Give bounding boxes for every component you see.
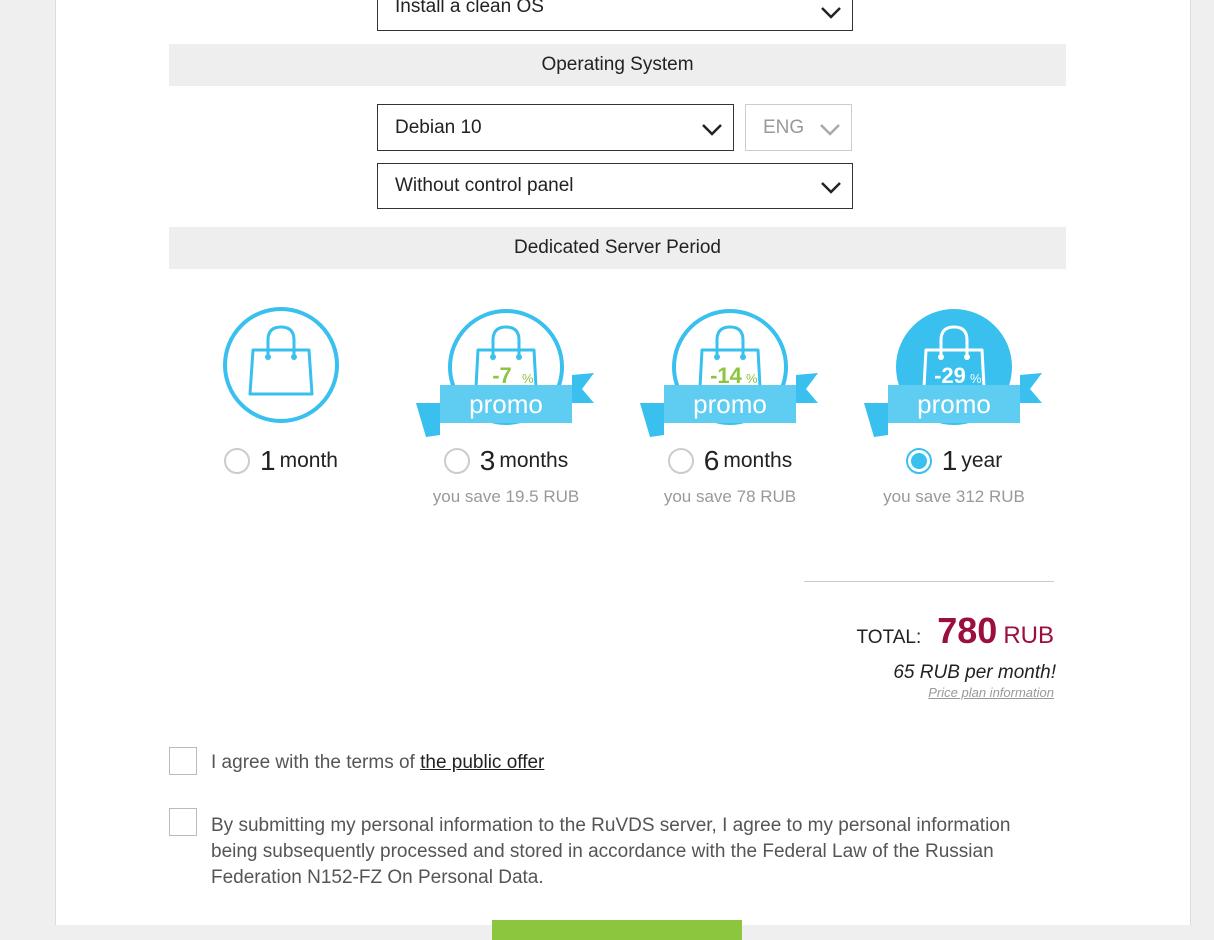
savings-label: you save 19.5 RUB: [432, 487, 580, 506]
language-select-value: ENG: [763, 117, 805, 138]
chevron-down-icon: [821, 7, 841, 19]
discount-label: -7: [492, 363, 512, 388]
period-option-1-year[interactable]: -29 % promo 1 year you save 312 RUB: [854, 305, 1054, 506]
total-divider: [804, 581, 1054, 582]
promo-bag-icon: -29 % promo: [864, 309, 1042, 437]
promo-label: promo: [469, 389, 543, 419]
period-radio[interactable]: [224, 448, 251, 474]
os-select-value: Debian 10: [395, 117, 482, 138]
chevron-down-icon: [820, 124, 840, 136]
public-offer-checkbox[interactable]: [169, 747, 197, 775]
control-panel-select[interactable]: Without control panel: [377, 163, 853, 209]
period-unit: month: [279, 449, 338, 472]
percent-sign: %: [522, 371, 534, 386]
chevron-down-icon: [702, 124, 722, 136]
period-number: 1: [260, 445, 276, 476]
period-number: 6: [703, 445, 720, 476]
per-month-text: 65 RUB per month!: [893, 662, 1056, 683]
promo-bag-icon: -14 % promo: [640, 309, 818, 437]
total-amount: 780: [937, 610, 998, 651]
shopping-bag-icon: [223, 307, 339, 423]
os-section-title: Operating System: [541, 54, 694, 75]
period-section-title: Dedicated Server Period: [514, 237, 721, 258]
order-form: Install a clean OS Operating System Debi…: [55, 0, 1191, 940]
install-type-value: Install a clean OS: [395, 0, 544, 17]
period-radio-selected[interactable]: [905, 448, 932, 474]
price-plan-link[interactable]: Price plan information: [928, 685, 1054, 700]
submit-button[interactable]: [492, 920, 742, 940]
savings-label: you save 312 RUB: [883, 487, 1025, 506]
period-option-1-month[interactable]: 1 month: [181, 305, 381, 476]
period-unit: months: [723, 449, 793, 472]
savings-label: you save 78 RUB: [663, 487, 797, 506]
percent-sign: %: [746, 371, 758, 386]
period-unit: year: [961, 449, 1003, 472]
total-label: TOTAL:: [856, 627, 922, 648]
os-section-header: Operating System: [169, 44, 1066, 86]
control-panel-value: Without control panel: [395, 175, 574, 196]
language-select[interactable]: ENG: [745, 104, 852, 151]
os-select[interactable]: Debian 10: [377, 104, 734, 151]
public-offer-text: I agree with the terms of the public off…: [211, 750, 544, 776]
period-option-3-months[interactable]: -7 % promo 3 months you save 19.5 RUB: [406, 305, 606, 506]
personal-data-checkbox[interactable]: [169, 808, 197, 836]
period-radio[interactable]: [667, 448, 694, 474]
period-unit: months: [499, 449, 569, 472]
period-radio[interactable]: [443, 448, 470, 474]
personal-data-text: By submitting my personal information to…: [211, 815, 1011, 888]
total-block: TOTAL: 780 RUB: [856, 610, 1054, 652]
total-currency: RUB: [1003, 622, 1054, 649]
public-offer-link[interactable]: the public offer: [420, 752, 544, 773]
install-type-select[interactable]: Install a clean OS: [377, 0, 853, 31]
percent-sign: %: [970, 371, 982, 386]
period-number: 1: [941, 445, 958, 476]
promo-bag-icon: -7 % promo: [416, 309, 594, 437]
public-offer-prefix: I agree with the terms of: [211, 752, 421, 773]
period-number: 3: [479, 445, 496, 476]
discount-label: -29: [934, 363, 966, 388]
promo-label: promo: [917, 389, 991, 419]
period-option-6-months[interactable]: -14 % promo 6 months you save 78 RUB: [630, 305, 830, 506]
chevron-down-icon: [821, 182, 841, 194]
discount-label: -14: [710, 363, 743, 388]
promo-label: promo: [693, 389, 767, 419]
period-section-header: Dedicated Server Period: [169, 227, 1066, 269]
